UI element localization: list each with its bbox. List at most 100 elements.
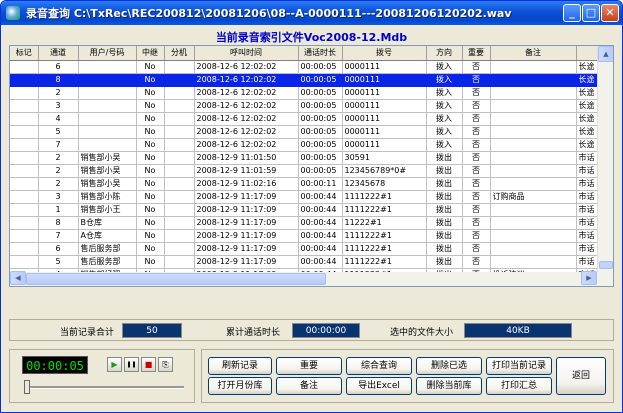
scroll-up-icon[interactable]: ▲ (598, 46, 613, 62)
selected-file-size-value: 40KB (464, 323, 572, 338)
table-row[interactable]: 8 B仓库 No 2008-12-9 11:17:09 00:00:44 11222#1 拨… (10, 216, 613, 230)
table-cell (164, 242, 195, 256)
table-cell (490, 60, 577, 74)
table-row[interactable]: 5 No 2008-12-6 12:02:02 00:00:05 0000111 拨入否长… (10, 125, 613, 139)
column-header[interactable]: 备注 (490, 46, 577, 61)
table-row[interactable]: 4 No 2008-12-6 12:02:02 00:00:05 0000111 拨入否长… (10, 112, 613, 126)
table-cell: 0000111 (342, 86, 427, 100)
table-row[interactable]: 7 No 2008-12-6 12:02:02 00:00:05 0000111 拨入否长… (10, 138, 613, 152)
open-month-db-button[interactable]: 打开月份库 (208, 377, 272, 395)
refresh-records-button[interactable]: 刷新记录 (208, 357, 272, 375)
table-cell: No (136, 151, 165, 165)
table-row[interactable]: 3 No 2008-12-6 12:02:02 00:00:05 0000111 拨入否长… (10, 99, 613, 113)
table-row[interactable]: 6 No 2008-12-6 12:02:02 00:00:05 0000111 拨入否长… (10, 60, 613, 74)
table-cell: 123456789*0# (342, 164, 427, 178)
table-cell: 拨入 (426, 86, 463, 100)
export-excel-button[interactable]: 导出Excel (346, 377, 412, 395)
table-cell: 00:00:44 (298, 216, 343, 230)
mark-important-button[interactable]: 重要 (276, 357, 342, 375)
table-cell (78, 86, 137, 100)
table-cell: 1111222#1 (342, 242, 427, 256)
table-row[interactable]: 2 销售部小吴 No 2008-12-9 11:02:16 00:00:11 123456… (10, 177, 613, 191)
table-cell (490, 229, 577, 243)
horizontal-scroll-thumb[interactable] (26, 273, 326, 285)
advanced-query-button[interactable]: 综合查询 (346, 357, 412, 375)
column-header[interactable]: 标记 (10, 46, 39, 61)
maximize-button[interactable]: □ (582, 4, 600, 22)
column-header[interactable]: 通道 (38, 46, 79, 61)
table-cell (10, 229, 39, 243)
scroll-left-icon[interactable]: ◀ (10, 271, 26, 285)
column-header[interactable]: 通话时长 (298, 46, 343, 61)
table-row[interactable]: 1 销售部小王 No 2008-12-9 11:17:09 00:00:44 111122… (10, 203, 613, 217)
table-cell: 00:00:05 (298, 112, 343, 126)
playback-track[interactable] (24, 386, 184, 389)
playback-slider-knob[interactable] (24, 380, 30, 394)
stop-icon[interactable]: ■ (141, 357, 156, 372)
horizontal-scrollbar[interactable]: ◀ ▶ (10, 271, 613, 286)
print-summary-button[interactable]: 打印汇总 (486, 377, 552, 395)
table-row[interactable]: 3 销售部小陈 No 2008-12-9 11:17:09 00:00:44 111122… (10, 190, 613, 204)
scroll-right-icon[interactable]: ▶ (581, 271, 597, 285)
table-cell (490, 99, 577, 113)
column-header[interactable]: 分机 (164, 46, 195, 61)
table-cell: 拨入 (426, 138, 463, 152)
delete-current-db-button[interactable]: 删除当前库 (416, 377, 482, 395)
table-row[interactable]: 2 No 2008-12-6 12:02:02 00:00:05 0000111 拨入否长… (10, 86, 613, 100)
table-cell: 销售部小陈 (78, 190, 137, 204)
column-header[interactable]: 呼叫时间 (194, 46, 299, 61)
pause-icon[interactable]: ❚❚ (124, 357, 139, 372)
vertical-scrollbar[interactable]: ▲ ▼ (597, 46, 613, 286)
table-cell: No (136, 190, 165, 204)
window-title: 录音查询 C:\TxRec\REC200812\20081206\08--A-0… (26, 7, 512, 20)
table-cell: 2008-12-9 11:01:50 (194, 151, 299, 165)
table-cell (490, 255, 577, 269)
add-note-button[interactable]: 备注 (276, 377, 342, 395)
table-cell: No (136, 229, 165, 243)
minimize-button[interactable]: _ (563, 4, 581, 22)
title-bar[interactable]: 录音查询 C:\TxRec\REC200812\20081206\08--A-0… (1, 1, 622, 25)
table-cell: 00:00:11 (298, 177, 343, 191)
table-cell (78, 112, 137, 126)
table-cell: 00:00:05 (298, 99, 343, 113)
table-row[interactable]: 8 No 2008-12-6 12:02:02 00:00:05 0000111 拨入否长… (10, 73, 613, 87)
column-header[interactable]: 重要 (462, 46, 491, 61)
table-cell: 00:00:05 (298, 60, 343, 74)
table-cell (164, 203, 195, 217)
records-grid[interactable]: 标记通道用户/号码中继分机呼叫时间通话时长拨号方向重要备注类型 6No2008-… (9, 45, 614, 287)
table-cell: 2008-12-9 11:17:09 (194, 255, 299, 269)
table-row[interactable]: 2 销售部小吴 No 2008-12-9 11:01:59 00:00:05 123456… (10, 164, 613, 178)
table-cell: 2008-12-6 12:02:02 (194, 125, 299, 139)
delete-selected-button[interactable]: 删除已选 (416, 357, 482, 375)
table-cell: 拨入 (426, 112, 463, 126)
table-cell: 8 (38, 73, 79, 87)
table-cell: 1111222#1 (342, 255, 427, 269)
column-header[interactable]: 中继 (136, 46, 165, 61)
table-row[interactable]: 2 销售部小吴 No 2008-12-9 11:01:50 00:00:05 30591 拨… (10, 151, 613, 165)
close-button[interactable]: ✕ (601, 4, 619, 22)
table-row[interactable]: 5 售后服务部 No 2008-12-9 11:17:09 00:00:44 111122… (10, 255, 613, 269)
table-cell (490, 164, 577, 178)
table-cell: B仓库 (78, 216, 137, 230)
main-window: 录音查询 C:\TxRec\REC200812\20081206\08--A-0… (0, 0, 623, 413)
back-button[interactable]: 返回 (556, 357, 606, 395)
table-row[interactable]: 7 A仓库 No 2008-12-9 11:17:09 00:00:44 1111222#… (10, 229, 613, 243)
table-cell: 6 (38, 242, 79, 256)
table-cell: No (136, 86, 165, 100)
table-cell: 00:00:05 (298, 86, 343, 100)
column-header[interactable]: 用户/号码 (78, 46, 137, 61)
print-current-button[interactable]: 打印当前记录 (486, 357, 552, 375)
column-header[interactable]: 拨号 (342, 46, 427, 61)
table-cell: 3 (38, 190, 79, 204)
column-header[interactable]: 方向 (426, 46, 463, 61)
table-cell (78, 138, 137, 152)
table-row[interactable]: 6 售后服务部 No 2008-12-9 11:17:09 00:00:44 111122… (10, 242, 613, 256)
table-cell: 否 (462, 190, 491, 204)
table-cell: 否 (462, 138, 491, 152)
vertical-scroll-thumb[interactable] (599, 261, 613, 269)
export-audio-icon[interactable]: ⎘ (158, 357, 173, 372)
table-cell: 2008-12-6 12:02:02 (194, 73, 299, 87)
table-cell (490, 242, 577, 256)
play-icon[interactable]: ▶ (107, 357, 122, 372)
table-cell (78, 125, 137, 139)
